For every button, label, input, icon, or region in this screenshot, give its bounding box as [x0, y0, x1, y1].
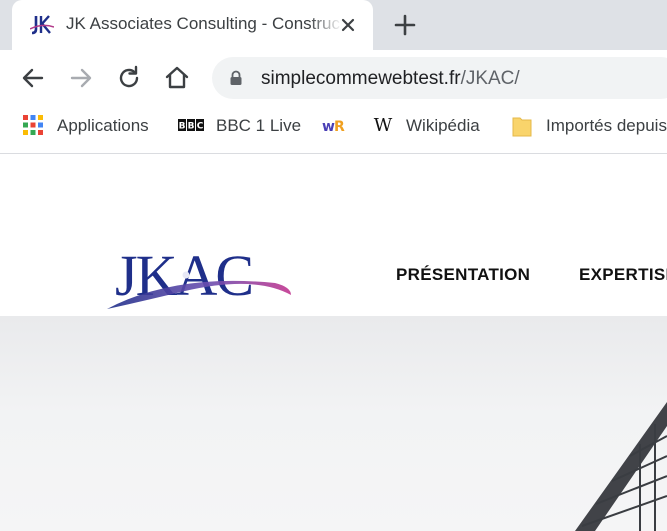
bookmark-label: BBC 1 Live: [216, 116, 302, 135]
active-tab[interactable]: JK Associates Consulting - Construction: [12, 0, 373, 50]
url-host: simplecommewebtest.fr: [261, 68, 461, 89]
home-icon[interactable]: [163, 64, 191, 92]
lock-icon[interactable]: [229, 70, 243, 86]
forward-arrow-icon[interactable]: [67, 64, 95, 92]
svg-text:B: B: [179, 122, 186, 132]
close-icon[interactable]: [338, 15, 358, 35]
address-bar[interactable]: simplecommewebtest.fr/JKAC/: [212, 57, 667, 99]
new-tab-icon[interactable]: [393, 13, 417, 37]
browser-toolbar: simplecommewebtest.fr/JKAC/: [0, 50, 667, 106]
bookmark-label: Applications: [57, 116, 149, 135]
wikipedia-icon: W: [374, 115, 393, 135]
wr-icon: w R: [322, 119, 345, 135]
bookmark-folder-imported[interactable]: Importés depuis: [512, 106, 667, 146]
bookmark-wikipedia[interactable]: W Wikipédia: [372, 106, 492, 146]
svg-text:W: W: [374, 115, 393, 135]
hero-banner: [0, 316, 667, 531]
jk-logo-icon: [30, 15, 54, 35]
bookmark-label: Importés depuis: [546, 116, 667, 135]
url-path: /JKAC/: [460, 68, 520, 89]
back-arrow-icon[interactable]: [19, 64, 47, 92]
nav-expertise[interactable]: EXPERTISE: [579, 265, 667, 285]
tab-strip: JK Associates Consulting - Construction: [0, 0, 667, 50]
svg-text:B: B: [188, 122, 195, 132]
bookmark-bbc[interactable]: B B C BBC 1 Live: [178, 106, 308, 146]
bookmark-applications[interactable]: Applications: [22, 106, 162, 146]
bookmark-wr[interactable]: w R: [322, 106, 352, 146]
apps-grid-icon: [23, 115, 43, 135]
svg-text:C: C: [197, 122, 204, 132]
bookmarks-bar: Applications B B C BBC 1 Live w R W Wiki…: [0, 106, 667, 154]
reload-icon[interactable]: [115, 64, 143, 92]
svg-text:R: R: [334, 119, 345, 135]
nav-presentation[interactable]: PRÉSENTATION: [396, 265, 530, 285]
bbc-icon: B B C: [178, 119, 204, 131]
url-text[interactable]: simplecommewebtest.fr/JKAC/: [261, 68, 520, 90]
hero-image: [575, 402, 667, 531]
folder-icon: [512, 117, 532, 137]
tab-title: JK Associates Consulting - Construction: [66, 14, 342, 33]
web-page: JKAC PRÉSENTATION EXPERTISE: [0, 155, 667, 531]
jkac-logo[interactable]: JKAC: [105, 243, 295, 313]
bookmark-label: Wikipédia: [406, 116, 480, 135]
